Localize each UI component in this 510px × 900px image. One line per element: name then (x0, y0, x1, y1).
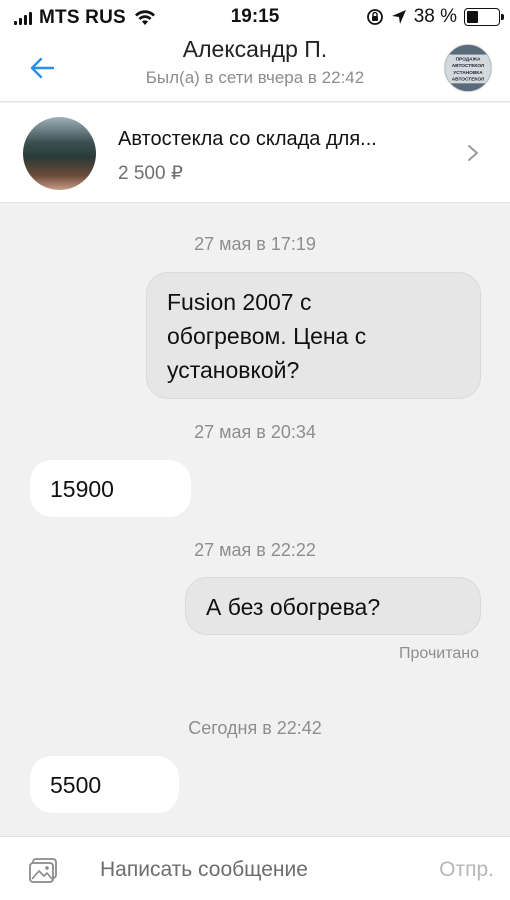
avatar[interactable]: ПРОДАЖА АВТОСТЕКОЛ УСТАНОВКА АВТОСТЕКОЛ (444, 44, 492, 92)
orientation-lock-icon (366, 9, 383, 25)
read-receipt: Прочитано (399, 645, 479, 662)
chevron-right-icon (468, 145, 478, 161)
avatar-line-1: ПРОДАЖА (456, 56, 481, 62)
avatar-line-3: УСТАНОВКА (453, 70, 483, 76)
message-date: Сегодня в 22:42 (188, 718, 322, 738)
incoming-message[interactable]: 5500 (30, 756, 179, 813)
location-arrow-icon (391, 10, 406, 24)
send-button[interactable]: Отпр. (439, 858, 494, 882)
status-bar: MTS RUS 19:15 38 % (0, 0, 510, 34)
message-composer: Написать сообщение Отпр. (0, 836, 510, 900)
message-date: 27 мая в 22:22 (194, 540, 316, 560)
listing-title: Автостекла со склада для... (118, 128, 377, 150)
chat-header: Александр П. Был(а) в сети вчера в 22:42… (0, 34, 510, 102)
battery-percent: 38 % (413, 6, 457, 27)
outgoing-message[interactable]: Fusion 2007 с обогревом. Цена с установк… (146, 272, 481, 399)
listing-price: 2 500 ₽ (118, 163, 183, 184)
listing-card[interactable]: Автостекла со склада для... 2 500 ₽ (0, 103, 510, 203)
avatar-line-4: АВТОСТЕКОЛ (452, 76, 485, 82)
attach-photo-icon[interactable] (28, 857, 58, 885)
message-date: 27 мая в 17:19 (194, 234, 316, 254)
avatar-logo: ПРОДАЖА АВТОСТЕКОЛ УСТАНОВКА АВТОСТЕКОЛ (445, 45, 491, 91)
contact-name[interactable]: Александр П. (0, 36, 510, 63)
last-seen-status: Был(а) в сети вчера в 22:42 (145, 68, 365, 87)
status-icons: 38 % (366, 6, 504, 28)
message-input[interactable]: Написать сообщение (100, 858, 308, 882)
avatar-line-2: АВТОСТЕКОЛ (452, 63, 485, 69)
listing-thumbnail (23, 117, 96, 190)
message-date: 27 мая в 20:34 (194, 422, 316, 442)
battery-icon (464, 8, 504, 26)
outgoing-message[interactable]: А без обогрева? (185, 577, 481, 635)
incoming-message[interactable]: 15900 (30, 460, 191, 517)
